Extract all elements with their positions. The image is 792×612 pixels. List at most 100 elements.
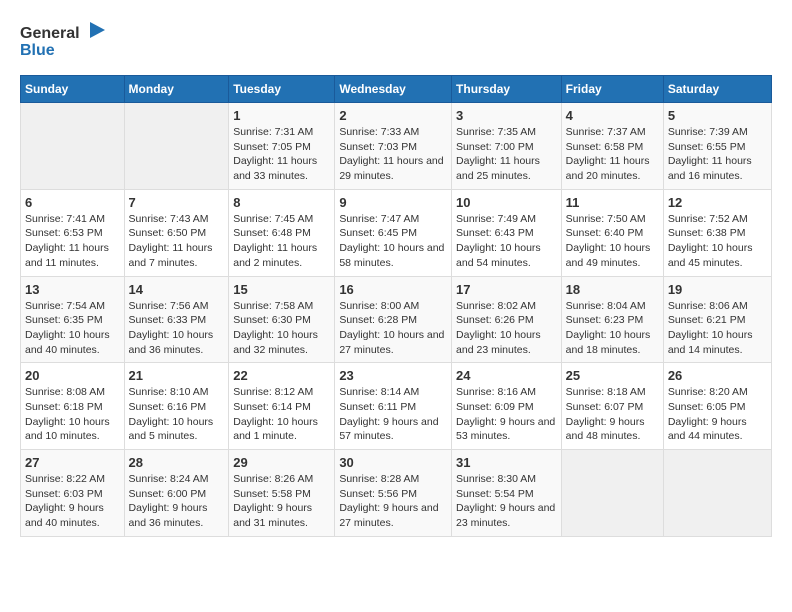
calendar-cell: 8Sunrise: 7:45 AM Sunset: 6:48 PM Daylig… [229,189,335,276]
day-number: 21 [129,368,225,383]
day-info: Sunrise: 7:47 AM Sunset: 6:45 PM Dayligh… [339,212,447,271]
calendar-cell: 21Sunrise: 8:10 AM Sunset: 6:16 PM Dayli… [124,363,229,450]
day-number: 12 [668,195,767,210]
day-number: 22 [233,368,330,383]
calendar-cell: 31 Sunrise: 8:30 AM Sunset: 5:54 PM Dayli… [452,450,562,537]
day-info: Sunrise: 8:26 AM Sunset: 5:58 PM Dayligh… [233,472,330,531]
day-info: Sunrise: 8:14 AM Sunset: 6:11 PM Dayligh… [339,385,447,444]
calendar-cell: 18 Sunrise: 8:04 AM Sunset: 6:23 PM Dayli… [561,276,663,363]
day-number: 26 [668,368,767,383]
day-number: 14 [129,282,225,297]
calendar-cell: 12Sunrise: 7:52 AM Sunset: 6:38 PM Dayli… [663,189,771,276]
day-number: 9 [339,195,447,210]
day-info: Sunrise: 7:41 AM Sunset: 6:53 PM Dayligh… [25,212,120,271]
day-number: 6 [25,195,120,210]
calendar-cell: 23 Sunrise: 8:14 AM Sunset: 6:11 PM Dayli… [335,363,452,450]
calendar-cell: 14 Sunrise: 7:56 AM Sunset: 6:33 PM Dayli… [124,276,229,363]
calendar-cell: 26 Sunrise: 8:20 AM Sunset: 6:05 PM Dayli… [663,363,771,450]
day-info: Sunrise: 8:00 AM Sunset: 6:28 PM Dayligh… [339,299,447,358]
day-info: Sunrise: 8:06 AM Sunset: 6:21 PM Dayligh… [668,299,767,358]
calendar-cell: 7Sunrise: 7:43 AM Sunset: 6:50 PM Daylig… [124,189,229,276]
calendar-cell: 25 Sunrise: 8:18 AM Sunset: 6:07 PM Dayli… [561,363,663,450]
day-number: 1 [233,108,330,123]
day-number: 17 [456,282,557,297]
weekday-header: Thursday [452,76,562,103]
calendar-cell: 29 Sunrise: 8:26 AM Sunset: 5:58 PM Dayli… [229,450,335,537]
calendar-cell: 16 Sunrise: 8:00 AM Sunset: 6:28 PM Dayli… [335,276,452,363]
day-number: 10 [456,195,557,210]
day-info: Sunrise: 7:58 AM Sunset: 6:30 PM Dayligh… [233,299,330,358]
day-number: 13 [25,282,120,297]
day-info: Sunrise: 8:20 AM Sunset: 6:05 PM Dayligh… [668,385,767,444]
calendar-cell: 1 Sunrise: 7:31 AM Sunset: 7:05 PM Daylig… [229,103,335,190]
page-header: GeneralBlue [20,20,772,60]
day-info: Sunrise: 7:31 AM Sunset: 7:05 PM Dayligh… [233,125,330,184]
day-number: 11 [566,195,659,210]
day-number: 28 [129,455,225,470]
day-info: Sunrise: 7:33 AM Sunset: 7:03 PM Dayligh… [339,125,447,184]
calendar-cell: 10 Sunrise: 7:49 AM Sunset: 6:43 PM Dayli… [452,189,562,276]
calendar-cell: 6 Sunrise: 7:41 AM Sunset: 6:53 PM Daylig… [21,189,125,276]
calendar-cell: 4 Sunrise: 7:37 AM Sunset: 6:58 PM Daylig… [561,103,663,190]
calendar-cell: 20 Sunrise: 8:08 AM Sunset: 6:18 PM Dayli… [21,363,125,450]
calendar-cell: 9 Sunrise: 7:47 AM Sunset: 6:45 PM Daylig… [335,189,452,276]
calendar-week-row: 20 Sunrise: 8:08 AM Sunset: 6:18 PM Dayli… [21,363,772,450]
calendar-cell [561,450,663,537]
day-info: Sunrise: 8:22 AM Sunset: 6:03 PM Dayligh… [25,472,120,531]
day-info: Sunrise: 7:37 AM Sunset: 6:58 PM Dayligh… [566,125,659,184]
day-number: 16 [339,282,447,297]
calendar-cell: 22 Sunrise: 8:12 AM Sunset: 6:14 PM Dayli… [229,363,335,450]
svg-text:Blue: Blue [20,42,55,59]
day-number: 31 [456,455,557,470]
calendar-cell [21,103,125,190]
weekday-header: Friday [561,76,663,103]
day-number: 25 [566,368,659,383]
day-number: 5 [668,108,767,123]
calendar-cell: 28 Sunrise: 8:24 AM Sunset: 6:00 PM Dayli… [124,450,229,537]
calendar-week-row: 13 Sunrise: 7:54 AM Sunset: 6:35 PM Dayli… [21,276,772,363]
day-info: Sunrise: 7:49 AM Sunset: 6:43 PM Dayligh… [456,212,557,271]
calendar-cell: 19 Sunrise: 8:06 AM Sunset: 6:21 PM Dayli… [663,276,771,363]
calendar-week-row: 6 Sunrise: 7:41 AM Sunset: 6:53 PM Daylig… [21,189,772,276]
day-number: 19 [668,282,767,297]
calendar-cell: 3 Sunrise: 7:35 AM Sunset: 7:00 PM Daylig… [452,103,562,190]
weekday-header: Tuesday [229,76,335,103]
day-info: Sunrise: 8:12 AM Sunset: 6:14 PM Dayligh… [233,385,330,444]
day-info: Sunrise: 8:24 AM Sunset: 6:00 PM Dayligh… [129,472,225,531]
day-info: Sunrise: 7:54 AM Sunset: 6:35 PM Dayligh… [25,299,120,358]
calendar-cell: 13 Sunrise: 7:54 AM Sunset: 6:35 PM Dayli… [21,276,125,363]
day-number: 7 [129,195,225,210]
day-number: 23 [339,368,447,383]
day-info: Sunrise: 8:04 AM Sunset: 6:23 PM Dayligh… [566,299,659,358]
day-number: 15 [233,282,330,297]
day-number: 30 [339,455,447,470]
weekday-header: Wednesday [335,76,452,103]
day-info: Sunrise: 7:56 AM Sunset: 6:33 PM Dayligh… [129,299,225,358]
day-number: 2 [339,108,447,123]
day-info: Sunrise: 8:30 AM Sunset: 5:54 PM Dayligh… [456,472,557,531]
day-info: Sunrise: 8:08 AM Sunset: 6:18 PM Dayligh… [25,385,120,444]
logo: GeneralBlue [20,20,110,60]
calendar-cell: 30 Sunrise: 8:28 AM Sunset: 5:56 PM Dayli… [335,450,452,537]
day-info: Sunrise: 7:50 AM Sunset: 6:40 PM Dayligh… [566,212,659,271]
day-info: Sunrise: 8:18 AM Sunset: 6:07 PM Dayligh… [566,385,659,444]
day-number: 4 [566,108,659,123]
svg-text:General: General [20,25,80,42]
day-number: 18 [566,282,659,297]
day-number: 24 [456,368,557,383]
calendar-cell: 2 Sunrise: 7:33 AM Sunset: 7:03 PM Daylig… [335,103,452,190]
calendar-cell: 15 Sunrise: 7:58 AM Sunset: 6:30 PM Dayli… [229,276,335,363]
day-number: 8 [233,195,330,210]
calendar-cell [124,103,229,190]
calendar-cell: 5 Sunrise: 7:39 AM Sunset: 6:55 PM Daylig… [663,103,771,190]
calendar-week-row: 27 Sunrise: 8:22 AM Sunset: 6:03 PM Dayli… [21,450,772,537]
weekday-header-row: SundayMondayTuesdayWednesdayThursdayFrid… [21,76,772,103]
day-info: Sunrise: 7:35 AM Sunset: 7:00 PM Dayligh… [456,125,557,184]
calendar-cell: 17Sunrise: 8:02 AM Sunset: 6:26 PM Dayli… [452,276,562,363]
day-info: Sunrise: 7:39 AM Sunset: 6:55 PM Dayligh… [668,125,767,184]
day-number: 3 [456,108,557,123]
day-number: 27 [25,455,120,470]
day-number: 20 [25,368,120,383]
day-info: Sunrise: 8:28 AM Sunset: 5:56 PM Dayligh… [339,472,447,531]
day-number: 29 [233,455,330,470]
